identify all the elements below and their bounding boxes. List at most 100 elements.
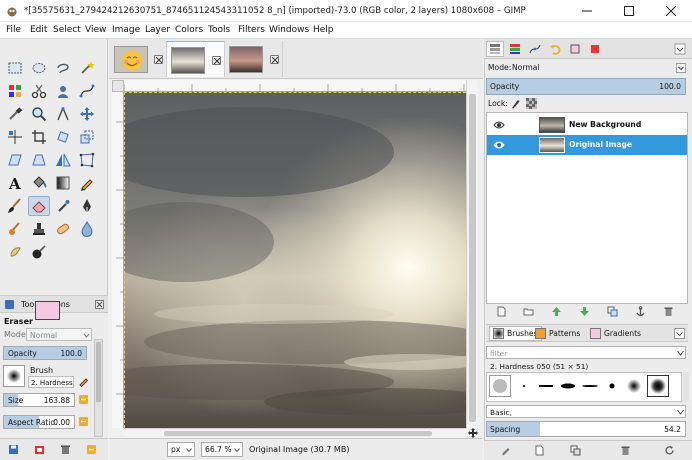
move-tool[interactable] [76, 104, 98, 124]
menu-filters[interactable]: Filters [238, 25, 265, 35]
menu-tools[interactable]: Tools [208, 25, 230, 35]
close-tab-button[interactable] [212, 56, 221, 65]
paintbrush-tool[interactable] [4, 196, 26, 216]
perspective-tool[interactable] [28, 150, 50, 170]
undo-history-tab[interactable] [546, 41, 564, 57]
flip-tool[interactable] [52, 150, 74, 170]
foreground-select-tool[interactable] [52, 81, 74, 101]
align-tool[interactable] [4, 127, 26, 147]
size-slider[interactable]: Size 163.88 [3, 393, 75, 407]
duplicate-layer-button[interactable] [605, 305, 619, 318]
brush-cell[interactable] [489, 375, 511, 397]
bucket-fill-tool[interactable] [28, 173, 50, 193]
horizontal-ruler[interactable] [124, 80, 466, 92]
brushes-scrollbar[interactable] [683, 372, 689, 402]
free-select-tool[interactable] [52, 58, 74, 78]
menu-file[interactable]: File [6, 25, 21, 35]
cage-transform-tool[interactable] [76, 150, 98, 170]
zoom-dropdown[interactable]: 66.7 % [201, 442, 243, 457]
rect-select-tool[interactable] [4, 58, 26, 78]
paths-tool[interactable] [76, 81, 98, 101]
brush-cell[interactable] [535, 375, 557, 397]
channels-tab[interactable] [506, 41, 524, 57]
brush-name-field[interactable]: 2. Hardness 0 [28, 376, 74, 388]
new-brush-icon[interactable] [534, 445, 545, 456]
blur-tool[interactable] [76, 219, 98, 239]
pencil-tool[interactable] [76, 173, 98, 193]
opacity-slider[interactable]: Opacity 100.0 [3, 346, 87, 360]
save-options-icon[interactable] [8, 444, 19, 455]
dodge-burn-tool[interactable] [28, 242, 50, 262]
refresh-brushes-icon[interactable] [664, 445, 675, 456]
anchor-layer-button[interactable] [633, 305, 647, 318]
unit-dropdown[interactable]: px [167, 442, 195, 457]
patterns-tab[interactable]: Patterns [535, 326, 580, 341]
mode-dropdown[interactable]: Normal [26, 328, 92, 341]
brush-cell[interactable] [513, 375, 535, 397]
new-layer-button[interactable] [494, 305, 508, 318]
raise-layer-button[interactable] [549, 305, 563, 318]
fg-color-tab[interactable] [586, 41, 604, 57]
lock-pixels-icon[interactable] [510, 98, 521, 109]
gradients-tab[interactable]: Gradients [590, 326, 641, 341]
measure-tool[interactable] [52, 104, 74, 124]
brush-cell-selected[interactable] [647, 375, 669, 397]
airbrush-tool[interactable] [52, 196, 74, 216]
spacing-slider[interactable]: Spacing 54.2 [486, 421, 686, 437]
paths-tab[interactable] [526, 41, 544, 57]
colormap-tab[interactable] [566, 41, 584, 57]
image-tab-sunset[interactable] [225, 41, 283, 77]
close-tab-button[interactable] [270, 55, 279, 64]
rotate-tool[interactable] [52, 127, 74, 147]
close-button[interactable] [650, 0, 692, 22]
delete-options-icon[interactable] [60, 444, 71, 455]
lower-layer-button[interactable] [577, 305, 591, 318]
navigate-icon[interactable] [468, 428, 478, 438]
eye-icon[interactable] [493, 140, 505, 150]
lock-alpha-icon[interactable] [526, 98, 537, 109]
ink-tool[interactable] [76, 196, 98, 216]
heal-tool[interactable] [52, 219, 74, 239]
horizontal-scrollbar[interactable] [124, 428, 466, 438]
menu-edit[interactable]: Edit [30, 25, 47, 35]
brush-cell[interactable] [623, 375, 645, 397]
maximize-button[interactable] [608, 0, 650, 22]
menu-view[interactable]: View [85, 25, 106, 35]
scroll-thumb[interactable] [164, 431, 432, 436]
restore-options-icon[interactable] [34, 444, 45, 455]
duplicate-brush-icon[interactable] [570, 445, 581, 456]
vertical-scrollbar[interactable] [466, 80, 478, 428]
reset-aspect-icon[interactable] [78, 416, 89, 427]
eye-icon[interactable] [493, 120, 505, 130]
brush-filter-input[interactable]: filter [486, 346, 686, 359]
aspect-ratio-slider[interactable]: Aspect Ratio 0.00 [3, 415, 75, 429]
clone-tool[interactable] [28, 219, 50, 239]
color-picker-tool[interactable] [4, 104, 26, 124]
layer-row-selected[interactable]: Original Image [487, 135, 687, 155]
scroll-thumb[interactable] [469, 94, 476, 422]
crop-tool[interactable] [28, 127, 50, 147]
foreground-color-swatch[interactable] [35, 301, 60, 320]
menu-select[interactable]: Select [53, 25, 81, 35]
blend-tool[interactable] [52, 173, 74, 193]
layers-tab[interactable] [486, 41, 504, 57]
configure-tab-icon[interactable] [674, 43, 686, 55]
menu-windows[interactable]: Windows [269, 25, 309, 35]
reset-size-icon[interactable] [78, 394, 89, 405]
minimize-button[interactable] [566, 0, 608, 22]
brush-cell[interactable] [579, 375, 601, 397]
new-layer-group-button[interactable] [521, 305, 535, 318]
ellipse-select-tool[interactable] [28, 58, 50, 78]
edit-brush-icon[interactable] [500, 445, 511, 456]
shear-tool[interactable] [4, 150, 26, 170]
delete-brush-icon[interactable] [620, 445, 631, 456]
menu-colors[interactable]: Colors [175, 25, 203, 35]
brush-cell[interactable] [557, 375, 579, 397]
image-tab-emoji[interactable] [111, 41, 167, 77]
close-tab-button[interactable] [154, 55, 163, 64]
menu-image[interactable]: Image [112, 25, 140, 35]
brush-preview[interactable] [3, 365, 25, 387]
reset-options-icon[interactable] [86, 444, 97, 455]
ruler-corner[interactable] [112, 80, 124, 92]
zoom-tool[interactable] [28, 104, 50, 124]
